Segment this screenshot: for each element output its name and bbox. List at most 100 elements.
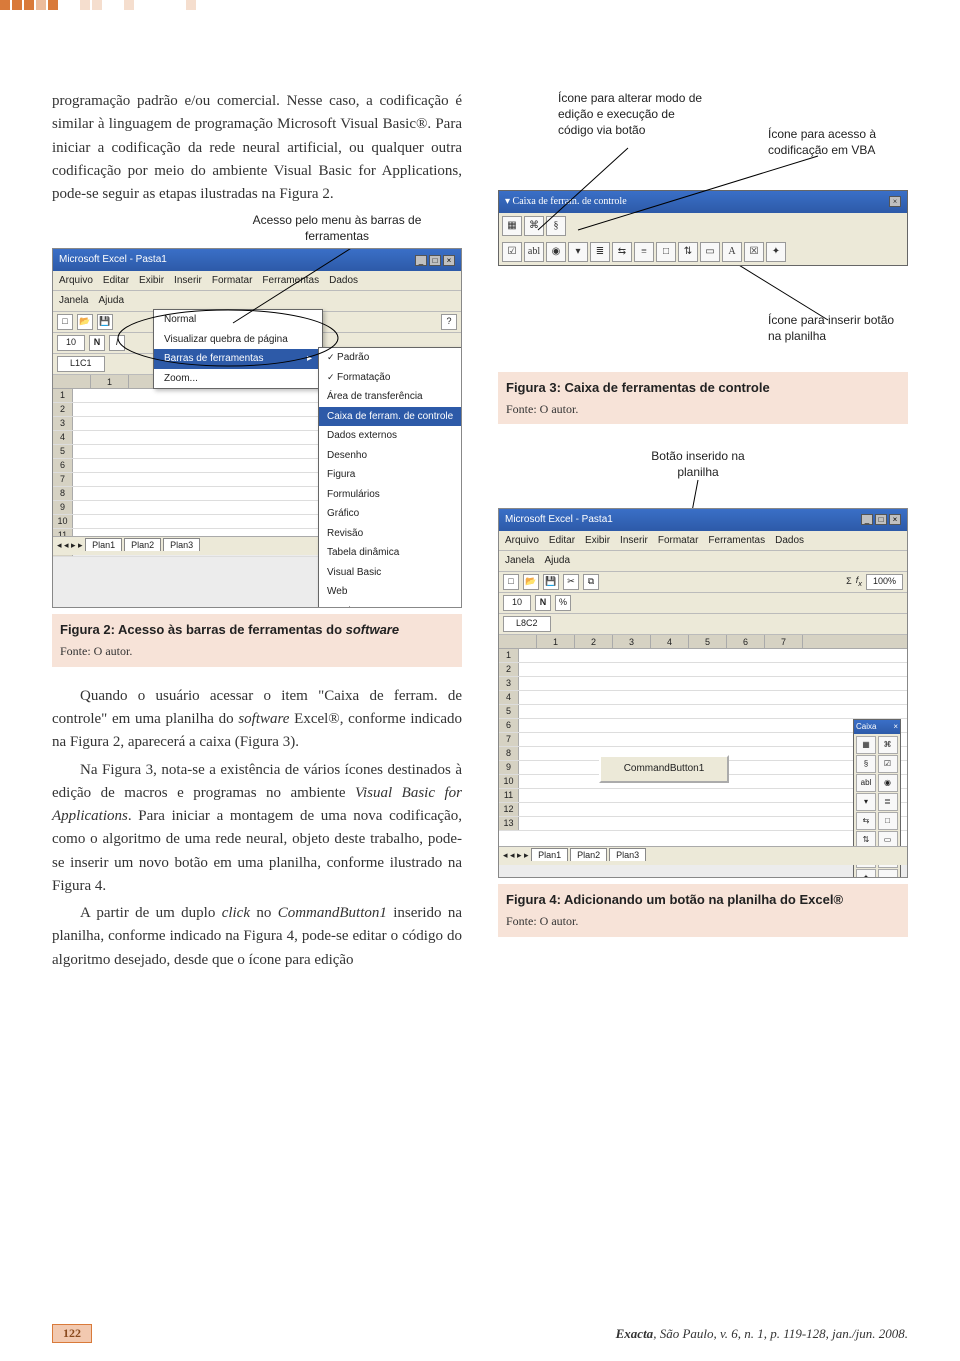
mi-quebra[interactable]: Visualizar quebra de página <box>154 330 322 350</box>
float-props-icon[interactable]: ⌘ <box>878 736 898 754</box>
sm-caixa[interactable]: Caixa de ferram. de controle <box>319 407 462 427</box>
command-button-1[interactable]: CommandButton1 <box>599 755 729 783</box>
mi-zoom[interactable]: Zoom... <box>154 369 322 389</box>
more-controls-icon[interactable]: ✦ <box>766 242 786 262</box>
float-opt-icon[interactable]: ◉ <box>878 774 898 792</box>
sm-area[interactable]: Área de transferência <box>319 387 462 407</box>
fig4-menu-janela[interactable]: Janela <box>505 553 534 569</box>
menu-ajuda[interactable]: Ajuda <box>98 293 124 309</box>
fig4-menubar2[interactable]: Janela Ajuda <box>499 551 907 572</box>
fig4-menu-ajuda[interactable]: Ajuda <box>544 553 570 569</box>
sm-wa[interactable]: WordArt <box>319 602 462 609</box>
textbox-icon[interactable]: abl <box>524 242 544 262</box>
italic-icon[interactable]: I <box>109 335 125 351</box>
float-toggle-icon[interactable]: ⇆ <box>856 812 876 830</box>
fig4-cut-icon[interactable]: ✂ <box>563 574 579 590</box>
fig4-percent-icon[interactable]: % <box>555 595 571 611</box>
sm-web[interactable]: Web <box>319 582 462 602</box>
maximize-icon[interactable]: □ <box>429 255 441 266</box>
menu-arquivo[interactable]: Arquivo <box>59 273 93 289</box>
fig4-sheet-tabs[interactable]: ◂ ◂ ▸ ▸ Plan1Plan2Plan3 <box>499 846 907 865</box>
togglebutton-icon[interactable]: ⇆ <box>612 242 632 262</box>
float-combo-icon[interactable]: ▾ <box>856 793 876 811</box>
fig4-minimize-icon[interactable]: _ <box>861 514 873 525</box>
menu-exibir[interactable]: Exibir <box>139 273 164 289</box>
close-icon[interactable]: × <box>443 255 455 266</box>
fig4-menu-editar[interactable]: Editar <box>549 533 575 549</box>
toolbox-close-icon[interactable]: × <box>889 196 901 207</box>
sm-form[interactable]: Formulários <box>319 485 462 505</box>
font-size-box[interactable]: 10 <box>57 335 85 351</box>
submenu-barras[interactable]: Padrão Formatação Área de transferência … <box>318 347 462 608</box>
menu-formatar[interactable]: Formatar <box>212 273 253 289</box>
fig4-sheet[interactable]: 1234567 1 2 3 4 5 6 7 8 9 10 11 12 13 Co… <box>499 635 907 865</box>
fig4-menu-ferramentas[interactable]: Ferramentas <box>708 533 765 549</box>
design-mode-icon[interactable]: ▦ <box>502 216 522 236</box>
menubar[interactable]: Arquivo Editar Exibir Inserir Formatar F… <box>53 271 461 292</box>
sm-vb[interactable]: Visual Basic <box>319 563 462 583</box>
fig4-tab-plan1[interactable]: Plan1 <box>531 848 568 861</box>
sm-rev[interactable]: Revisão <box>319 524 462 544</box>
tab-plan2[interactable]: Plan2 <box>124 538 161 551</box>
float-more-icon[interactable]: ✦ <box>856 869 876 878</box>
image-icon[interactable]: ☒ <box>744 242 764 262</box>
fig4-menubar[interactable]: Arquivo Editar Exibir Inserir Formatar F… <box>499 531 907 552</box>
fig4-zoom[interactable]: 100% <box>866 574 903 590</box>
sm-desenho[interactable]: Desenho <box>319 446 462 466</box>
menu-dados[interactable]: Dados <box>329 273 358 289</box>
float-list-icon[interactable]: ≣ <box>878 793 898 811</box>
commandbutton-icon[interactable]: □ <box>656 242 676 262</box>
fig4-copy-icon[interactable]: ⧉ <box>583 574 599 590</box>
fig4-open-icon[interactable]: 📂 <box>523 574 539 590</box>
sm-dadosext[interactable]: Dados externos <box>319 426 462 446</box>
fig4-save-icon[interactable]: 💾 <box>543 574 559 590</box>
menu-ferramentas[interactable]: Ferramentas <box>262 273 319 289</box>
checkbox-icon[interactable]: ☑ <box>502 242 522 262</box>
fig4-menu-inserir[interactable]: Inserir <box>620 533 648 549</box>
fig4-close-icon[interactable]: × <box>889 514 901 525</box>
sm-tab[interactable]: Tabela dinâmica <box>319 543 462 563</box>
listbox-icon[interactable]: ≣ <box>590 242 610 262</box>
mi-normal[interactable]: Normal <box>154 310 322 330</box>
fig4-menu-dados[interactable]: Dados <box>775 533 804 549</box>
spinbutton-icon[interactable]: ⇅ <box>678 242 698 262</box>
sm-padrao[interactable]: Padrão <box>319 348 462 368</box>
menu-janela[interactable]: Janela <box>59 293 88 309</box>
fig4-maximize-icon[interactable]: □ <box>875 514 887 525</box>
fig4-tab-plan3[interactable]: Plan3 <box>609 848 646 861</box>
fig4-tab-plan2[interactable]: Plan2 <box>570 848 607 861</box>
fig4-new-icon[interactable]: □ <box>503 574 519 590</box>
combobox-icon[interactable]: ▾ <box>568 242 588 262</box>
fig4-fontsize[interactable]: 10 <box>503 595 531 611</box>
new-icon[interactable]: □ <box>57 314 73 330</box>
float-design-icon[interactable]: ▦ <box>856 736 876 754</box>
sm-figura[interactable]: Figura <box>319 465 462 485</box>
properties-icon[interactable]: ⌘ <box>524 216 544 236</box>
float-code-icon[interactable]: § <box>856 755 876 773</box>
float-text-icon[interactable]: abl <box>856 774 876 792</box>
float-check-icon[interactable]: ☑ <box>878 755 898 773</box>
optionbutton-icon[interactable]: ◉ <box>546 242 566 262</box>
fig4-menu-exibir[interactable]: Exibir <box>585 533 610 549</box>
menu-editar[interactable]: Editar <box>103 273 129 289</box>
help-icon[interactable]: ? <box>441 314 457 330</box>
tab-plan1[interactable]: Plan1 <box>85 538 122 551</box>
open-icon[interactable]: 📂 <box>77 314 93 330</box>
fig4-menu-arquivo[interactable]: Arquivo <box>505 533 539 549</box>
mi-barras[interactable]: Barras de ferramentas▸ <box>154 349 322 369</box>
fig4-menu-formatar[interactable]: Formatar <box>658 533 699 549</box>
fig4-bold-icon[interactable]: N <box>535 595 551 611</box>
textarea-icon[interactable]: ≡ <box>634 242 654 262</box>
tab-plan3[interactable]: Plan3 <box>163 538 200 551</box>
sm-graf[interactable]: Gráfico <box>319 504 462 524</box>
menu-inserir[interactable]: Inserir <box>174 273 202 289</box>
save-icon[interactable]: 💾 <box>97 314 113 330</box>
fig4-namebox[interactable]: L8C2 <box>503 616 551 632</box>
name-box[interactable]: L1C1 <box>57 356 105 372</box>
label-icon[interactable]: A <box>722 242 742 262</box>
menu-exibir-open[interactable]: Normal Visualizar quebra de página Barra… <box>153 309 323 389</box>
float-cmd-icon[interactable]: □ <box>878 812 898 830</box>
view-code-icon[interactable]: § <box>546 216 566 236</box>
scrollbar-icon[interactable]: ▭ <box>700 242 720 262</box>
minimize-icon[interactable]: _ <box>415 255 427 266</box>
